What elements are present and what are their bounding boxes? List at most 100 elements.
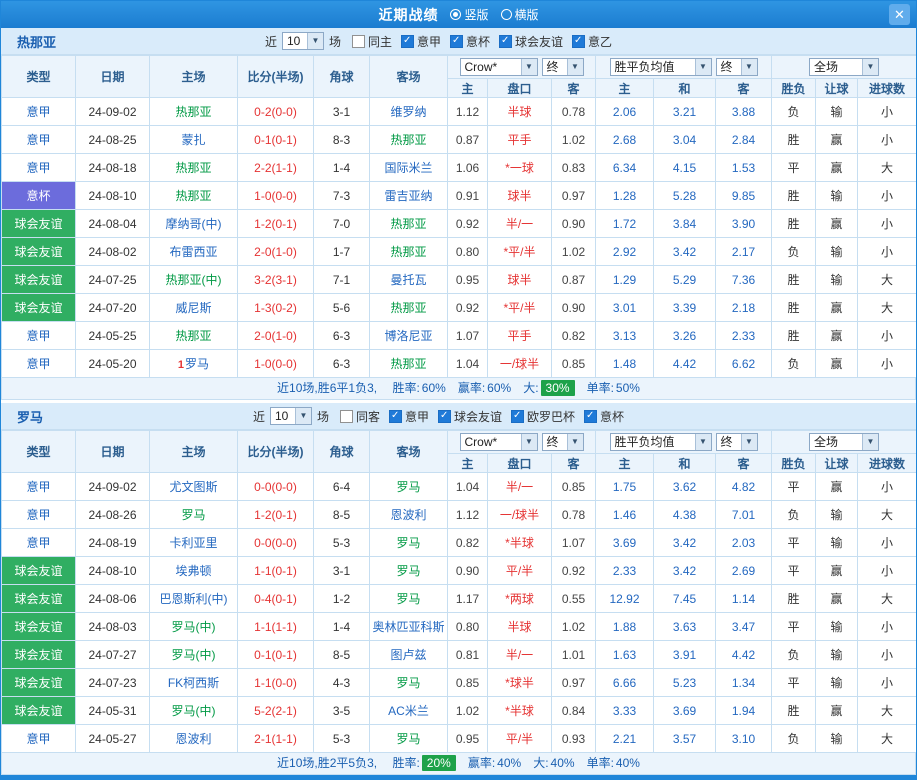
away-team[interactable]: 罗马 [369,472,448,501]
home-team[interactable]: FK柯西斯 [149,668,238,697]
filter-同客[interactable]: 同客 [339,408,380,425]
avg-odds-select[interactable]: 胜平负均值 [609,433,712,451]
home-odds: 0.80 [447,237,488,266]
home-team[interactable]: 热那亚 [149,97,238,126]
layout-vertical-radio[interactable]: 竖版 [450,6,489,23]
away-team[interactable]: AC米兰 [369,696,448,725]
checkbox-checked-icon[interactable] [400,34,414,48]
away-team[interactable]: 恩波利 [369,500,448,529]
filter-意甲[interactable]: 意甲 [400,33,441,50]
away-team[interactable]: 图卢兹 [369,640,448,669]
close-icon[interactable]: ✕ [889,4,910,25]
match-row: 球会友谊 24-07-23 FK柯西斯 1-1(0-0) 4-3 罗马 0.85 *球半 0.9… [1,668,916,697]
corners: 5-3 [313,528,370,557]
col-avg-draw: 和 [653,453,716,473]
handicap: *平/半 [487,237,552,266]
away-team[interactable]: 热那亚 [369,125,448,154]
corners: 7-1 [313,265,370,294]
handicap: 一/球半 [487,349,552,378]
match-date: 24-08-18 [75,153,150,182]
home-team[interactable]: 卡利亚里 [149,528,238,557]
away-team[interactable]: 维罗纳 [369,97,448,126]
home-team[interactable]: 罗马 [149,500,238,529]
home-team[interactable]: 热那亚(中) [149,265,238,294]
home-team[interactable]: 埃弗顿 [149,556,238,585]
summary-stat: 胜率: 20% [392,755,456,771]
home-team[interactable]: 罗马(中) [149,640,238,669]
bookmaker-select[interactable]: Crow* [459,58,538,76]
filter-球会友谊[interactable]: 球会友谊 [499,33,563,50]
home-team[interactable]: 尤文图斯 [149,472,238,501]
away-team[interactable]: 热那亚 [369,349,448,378]
avg-group-header: 胜平负均值终 [595,430,772,454]
filter-球会友谊[interactable]: 球会友谊 [438,408,502,425]
checkbox-checked-icon[interactable] [572,34,586,48]
handicap-result: 输 [815,237,858,266]
away-team[interactable]: 博洛尼亚 [369,321,448,350]
scope-select[interactable]: 全场 [809,58,879,76]
away-team[interactable]: 雷吉亚纳 [369,181,448,210]
recent-count-select[interactable]: 10 [269,407,312,425]
away-team[interactable]: 罗马 [369,724,448,753]
away-team[interactable]: 热那亚 [369,293,448,322]
corners: 8-3 [313,125,370,154]
home-team[interactable]: 1罗马 [149,349,238,378]
checkbox-checked-icon[interactable] [450,34,463,48]
match-row: 球会友谊 24-08-02 布雷西亚 2-0(1-0) 1-7 热那亚 0.80 *平/半 1.… [1,237,916,266]
final-avg-select[interactable]: 终 [715,58,758,76]
filter-意杯[interactable]: 意杯 [450,33,490,50]
home-team[interactable]: 蒙扎 [149,125,238,154]
away-team[interactable]: 罗马 [369,584,448,613]
away-team[interactable]: 奥林匹亚科斯 [369,612,448,641]
home-team[interactable]: 威尼斯 [149,293,238,322]
home-team[interactable]: 罗马(中) [149,612,238,641]
handicap-result: 输 [815,181,858,210]
handicap-result: 输 [815,668,858,697]
filter-同主[interactable]: 同主 [351,33,392,50]
checkbox-checked-icon[interactable] [388,409,402,423]
recent-count-select[interactable]: 10 [281,32,324,50]
home-team[interactable]: 罗马(中) [149,696,238,725]
away-team[interactable]: 国际米兰 [369,153,448,182]
match-row: 球会友谊 24-07-25 热那亚(中) 3-2(3-1) 7-1 曼托瓦 0.95 球半 0.… [1,265,916,294]
home-team[interactable]: 布雷西亚 [149,237,238,266]
result: 胜 [771,265,816,294]
away-team[interactable]: 罗马 [369,556,448,585]
away-team[interactable]: 曼托瓦 [369,265,448,294]
final-odds-select[interactable]: 终 [541,58,584,76]
home-team[interactable]: 巴恩斯利(中) [149,584,238,613]
checkbox-checked-icon[interactable] [438,409,451,423]
away-team[interactable]: 罗马 [369,528,448,557]
home-team[interactable]: 热那亚 [149,153,238,182]
away-team[interactable]: 热那亚 [369,209,448,238]
filter-意杯[interactable]: 意杯 [584,408,624,425]
checkbox-checked-icon[interactable] [511,409,525,423]
scope-select[interactable]: 全场 [809,433,879,451]
away-team[interactable]: 罗马 [369,668,448,697]
home-team[interactable]: 热那亚 [149,321,238,350]
home-team[interactable]: 恩波利 [149,724,238,753]
away-team[interactable]: 热那亚 [369,237,448,266]
checkbox-icon[interactable] [339,409,353,423]
layout-horizontal-radio[interactable]: 横版 [500,6,539,23]
home-team[interactable]: 摩纳哥(中) [149,209,238,238]
avg-odds-select[interactable]: 胜平负均值 [609,58,712,76]
result: 平 [771,153,816,182]
bookmaker-select[interactable]: Crow* [459,433,538,451]
final-odds-select[interactable]: 终 [541,433,584,451]
filter-意乙[interactable]: 意乙 [572,33,612,50]
goals-result: 小 [857,97,916,126]
filter-意甲[interactable]: 意甲 [388,408,429,425]
final-avg-select[interactable]: 终 [715,433,758,451]
col-score: 比分(半场) [237,55,314,98]
home-team[interactable]: 热那亚 [149,181,238,210]
away-odds: 1.02 [551,125,596,154]
checkbox-icon[interactable] [351,34,365,48]
filter-欧罗巴杯[interactable]: 欧罗巴杯 [511,408,575,425]
away-odds: 0.87 [551,265,596,294]
match-row: 球会友谊 24-07-27 罗马(中) 0-1(0-1) 8-5 图卢兹 0.81 半/一 1.… [1,640,916,669]
checkbox-checked-icon[interactable] [584,409,598,423]
league-type: 意甲 [1,349,76,378]
checkbox-checked-icon[interactable] [499,34,513,48]
handicap-result: 赢 [815,209,858,238]
